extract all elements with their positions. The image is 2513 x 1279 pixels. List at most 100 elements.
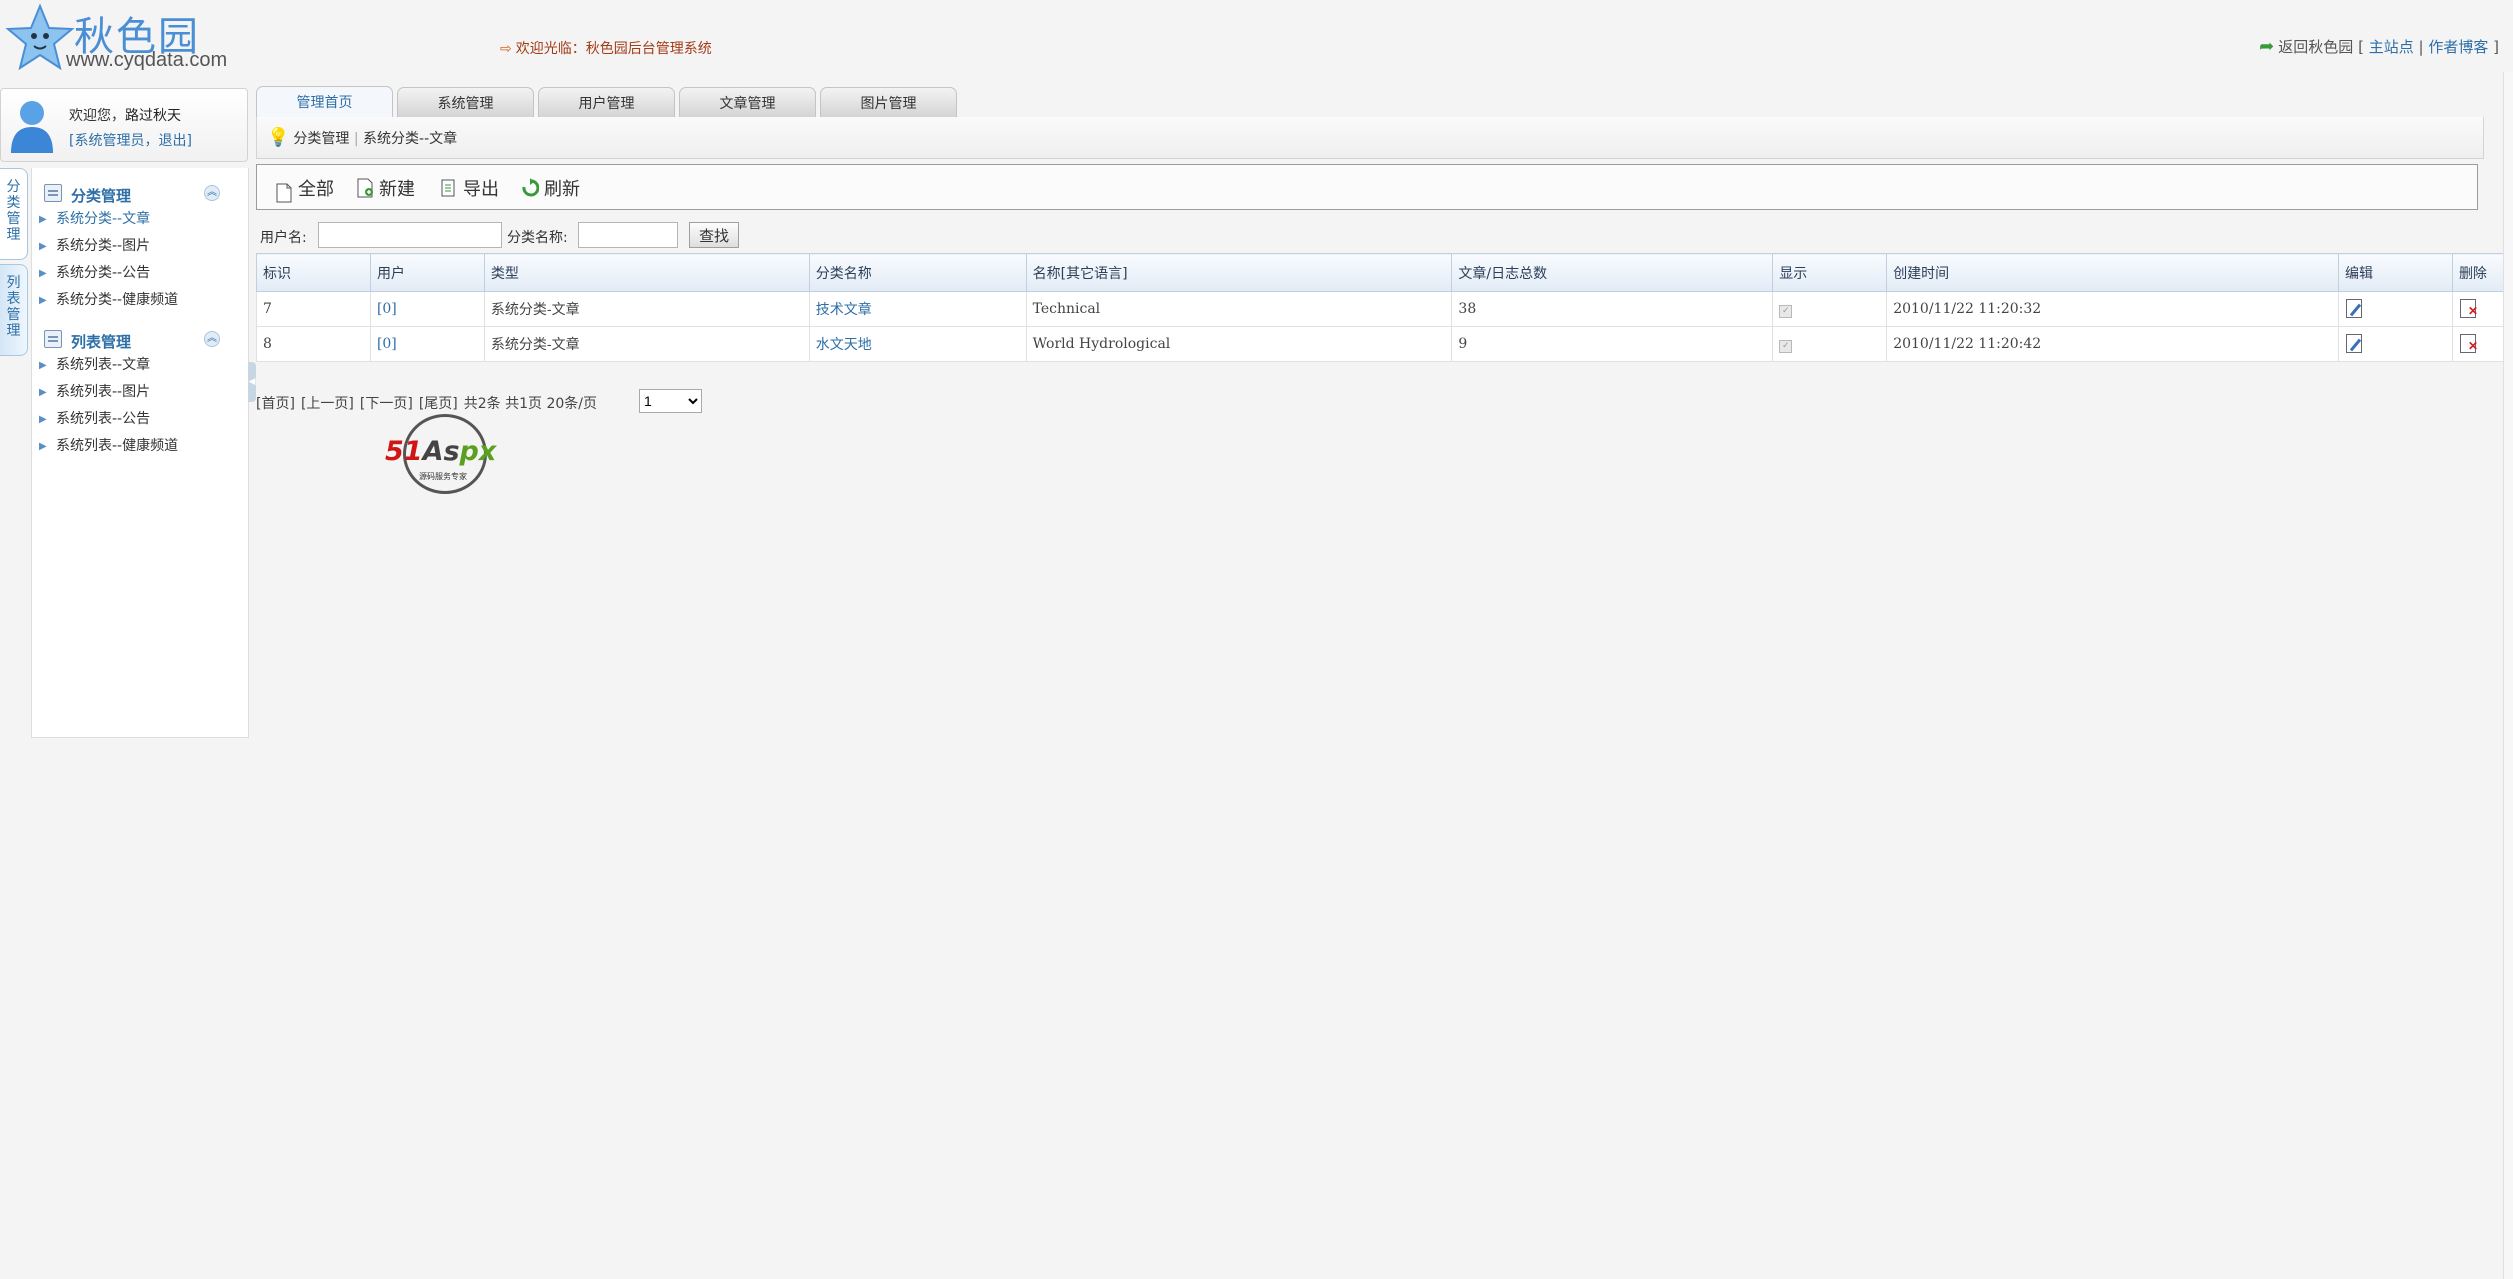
side-tab-list[interactable]: 列表管理 bbox=[0, 264, 28, 356]
new-document-icon bbox=[357, 178, 373, 198]
watermark-logo: 51Aspx 源码服务专家 bbox=[385, 414, 513, 494]
user-info-panel: 欢迎您，路过秋天 [系统管理员，退出] bbox=[0, 88, 248, 162]
table-header-row: 标识 用户 类型 分类名称 名称[其它语言] 文章/日志总数 显示 创建时间 编… bbox=[256, 253, 2505, 292]
cell-name-other: Technical bbox=[1025, 291, 1453, 327]
cell-created: 2010/11/22 11:20:32 bbox=[1886, 291, 2339, 327]
sidebar-item-list-health[interactable]: ▶ 系统列表--健康频道 bbox=[32, 433, 248, 460]
menu-group-list[interactable]: 列表管理 ︽ bbox=[32, 326, 248, 352]
page-scrollbar[interactable] bbox=[2503, 72, 2513, 1279]
sidebar-item-label: 系统列表--健康频道 bbox=[56, 438, 179, 454]
lightbulb-icon: 💡 bbox=[267, 127, 290, 148]
user-role-line: [系统管理员，退出] bbox=[69, 130, 192, 150]
triangle-right-icon: ▶ bbox=[39, 241, 47, 252]
edit-icon[interactable] bbox=[2345, 297, 2365, 318]
show-checkbox: ✓ bbox=[1779, 339, 1793, 353]
bracket: [ bbox=[2358, 38, 2364, 56]
sidebar-item-label: 系统分类--健康频道 bbox=[56, 292, 179, 308]
refresh-button[interactable]: 刷新 bbox=[521, 175, 580, 201]
sidebar-item-list-image[interactable]: ▶ 系统列表--图片 bbox=[32, 379, 248, 406]
triangle-right-icon: ▶ bbox=[39, 441, 47, 452]
breadcrumb: 💡 分类管理 | 系统分类--文章 bbox=[256, 117, 2484, 159]
triangle-right-icon: ▶ bbox=[39, 295, 47, 306]
username-input[interactable] bbox=[318, 222, 502, 248]
username-label: 用户名: bbox=[260, 230, 307, 246]
collapse-icon[interactable]: ︽ bbox=[204, 331, 220, 347]
sidebar-item-list-article[interactable]: ▶ 系统列表--文章 bbox=[32, 352, 248, 379]
col-header-show[interactable]: 显示 bbox=[1772, 253, 1888, 292]
category-name-input[interactable] bbox=[578, 222, 678, 248]
user-link[interactable]: [0] bbox=[377, 336, 397, 352]
sidebar-item-list-notice[interactable]: ▶ 系统列表--公告 bbox=[32, 406, 248, 433]
tab-users[interactable]: 用户管理 bbox=[538, 87, 675, 118]
sidebar-collapse-handle[interactable]: ◀ bbox=[248, 362, 256, 402]
menu-group-title: 列表管理 bbox=[71, 333, 132, 351]
next-page-link[interactable]: [下一页] bbox=[360, 396, 413, 412]
sidebar-item-label: 系统列表--图片 bbox=[56, 384, 151, 400]
bracket: ] bbox=[2493, 38, 2499, 56]
cell-id: 8 bbox=[256, 326, 371, 362]
sidebar-item-category-article[interactable]: ▶ 系统分类--文章 bbox=[32, 206, 248, 233]
sidebar-item-category-health[interactable]: ▶ 系统分类--健康频道 bbox=[32, 287, 248, 314]
triangle-right-icon: ▶ bbox=[39, 387, 47, 398]
triangle-right-icon: ▶ bbox=[39, 268, 47, 279]
list-icon bbox=[44, 330, 62, 348]
sidebar-menu: 分类管理 ︽ ▶ 系统分类--文章 ▶ 系统分类--图片 ▶ 系统分类--公告 ▶ 系统… bbox=[31, 168, 249, 738]
col-header-category-name[interactable]: 分类名称 bbox=[808, 253, 1027, 292]
collapse-icon[interactable]: ︽ bbox=[204, 185, 220, 201]
watermark-brand-part: As bbox=[422, 436, 460, 467]
page-select[interactable]: 1 bbox=[639, 389, 702, 413]
cell-show: ✓ bbox=[1772, 326, 1888, 362]
prev-page-link[interactable]: [上一页] bbox=[301, 396, 354, 412]
delete-icon[interactable] bbox=[2459, 297, 2479, 318]
sidebar-item-category-notice[interactable]: ▶ 系统分类--公告 bbox=[32, 260, 248, 287]
logo-url: www.cyqdata.com bbox=[66, 49, 228, 71]
sidebar-item-category-image[interactable]: ▶ 系统分类--图片 bbox=[32, 233, 248, 260]
col-header-name-other[interactable]: 名称[其它语言] bbox=[1025, 253, 1453, 292]
col-header-type[interactable]: 类型 bbox=[483, 253, 810, 292]
cell-id: 7 bbox=[256, 291, 371, 327]
edit-icon[interactable] bbox=[2345, 332, 2365, 353]
user-link[interactable]: [0] bbox=[377, 301, 397, 317]
tab-images[interactable]: 图片管理 bbox=[820, 87, 957, 118]
return-label: 返回秋色园 bbox=[2278, 38, 2354, 56]
col-header-id[interactable]: 标识 bbox=[256, 253, 371, 292]
new-button[interactable]: 新建 bbox=[356, 175, 415, 201]
triangle-right-icon: ▶ bbox=[39, 414, 47, 425]
cell-type: 系统分类-文章 bbox=[483, 291, 810, 327]
all-button[interactable]: 全部 bbox=[275, 175, 334, 203]
category-name-link[interactable]: 技术文章 bbox=[816, 302, 872, 318]
first-page-link[interactable]: [首页] bbox=[256, 396, 295, 412]
col-header-count[interactable]: 文章/日志总数 bbox=[1451, 253, 1774, 292]
site-logo[interactable]: 秋色园 www.cyqdata.com bbox=[4, 2, 234, 72]
side-tabs: 分类管理 列表管理 bbox=[0, 168, 30, 360]
sidebar-item-label: 系统分类--文章 bbox=[56, 211, 151, 227]
search-button[interactable]: 查找 bbox=[689, 222, 739, 248]
sidebar-item-label: 系统列表--公告 bbox=[56, 411, 151, 427]
last-page-link[interactable]: [尾页] bbox=[419, 396, 458, 412]
logout-link[interactable]: 退出 bbox=[158, 133, 186, 149]
user-greeting: 欢迎您，路过秋天 bbox=[69, 105, 181, 125]
cell-type: 系统分类-文章 bbox=[483, 326, 810, 362]
col-header-created[interactable]: 创建时间 bbox=[1886, 253, 2339, 292]
menu-group-category[interactable]: 分类管理 ︽ bbox=[32, 180, 248, 206]
sidebar-item-label: 系统分类--公告 bbox=[56, 265, 151, 281]
tab-articles[interactable]: 文章管理 bbox=[679, 87, 816, 118]
author-blog-link[interactable]: 作者博客 bbox=[2428, 38, 2488, 56]
delete-icon[interactable] bbox=[2459, 332, 2479, 353]
export-button[interactable]: 导出 bbox=[440, 175, 499, 201]
table-row: 8 [0] 系统分类-文章 水文天地 World Hydrological 9 … bbox=[256, 326, 2505, 362]
main-site-link[interactable]: 主站点 bbox=[2369, 38, 2414, 56]
watermark-brand-part: 51 bbox=[385, 436, 423, 467]
triangle-right-icon: ▶ bbox=[39, 214, 47, 225]
category-icon bbox=[44, 184, 62, 202]
tab-home[interactable]: 管理首页 bbox=[256, 86, 393, 119]
welcome-text: 欢迎光临：秋色园后台管理系统 bbox=[515, 41, 712, 57]
category-name-link[interactable]: 水文天地 bbox=[816, 337, 872, 353]
toolbar: 全部 新建 导出 刷新 bbox=[256, 164, 2478, 210]
col-header-delete: 删除 bbox=[2451, 253, 2505, 292]
pagination: [首页] [上一页] [下一页] [尾页] 共2条 共1页 20条/页 1 bbox=[256, 389, 702, 413]
bracket: ] bbox=[186, 133, 192, 149]
side-tab-category[interactable]: 分类管理 bbox=[0, 168, 28, 260]
tab-system[interactable]: 系统管理 bbox=[397, 87, 534, 118]
col-header-user[interactable]: 用户 bbox=[369, 253, 485, 292]
